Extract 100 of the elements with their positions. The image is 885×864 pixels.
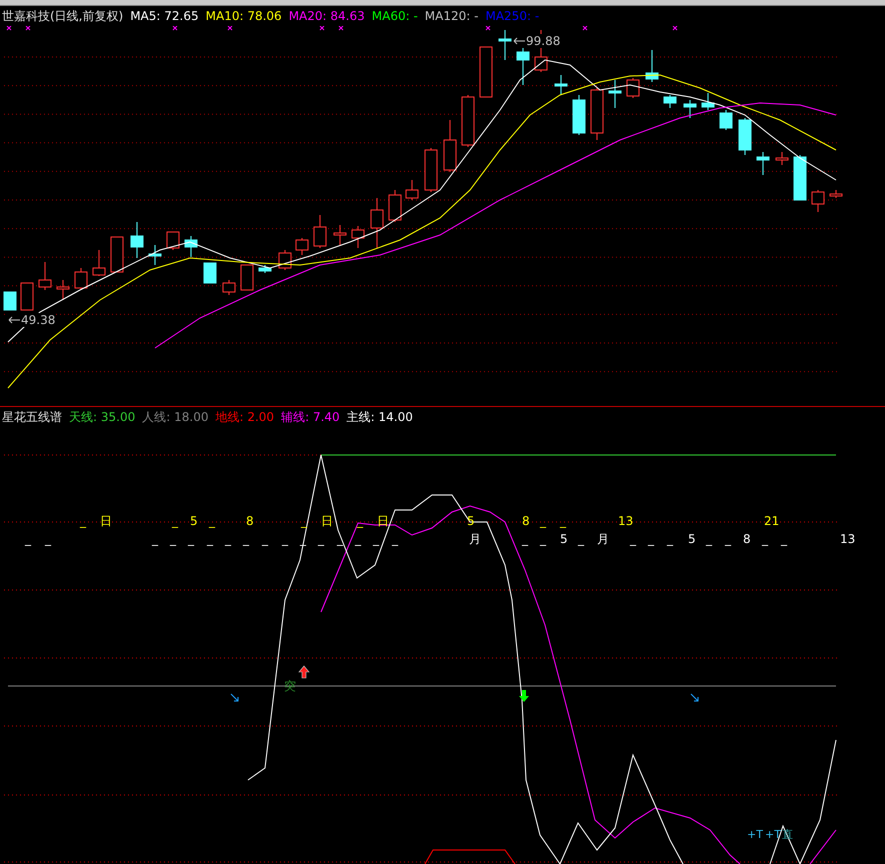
candlestick <box>148 244 162 266</box>
arrow-icon <box>513 37 525 45</box>
signal-mark: 13 <box>840 532 856 546</box>
indicator-legend: 人线: 18.00 <box>142 408 208 426</box>
signal-mark: 日 <box>100 514 112 528</box>
candlestick <box>608 80 622 108</box>
signal-mark: _ <box>560 514 566 528</box>
candlestick <box>166 232 180 250</box>
signal-mark: _ <box>152 532 158 546</box>
signal-mark: _ <box>706 532 712 546</box>
candlestick <box>240 264 254 290</box>
signal-mark: 8 <box>246 514 254 528</box>
cross-marker-icon <box>582 26 588 30</box>
signal-mark: 月 <box>597 532 609 546</box>
candlestick <box>296 238 308 256</box>
candlestick <box>480 46 492 98</box>
signal-mark: _ <box>262 532 268 546</box>
high-price-label: 99.88 <box>513 34 560 48</box>
signal-mark: 13 <box>618 514 634 528</box>
candlestick <box>258 264 272 274</box>
arrow-icon <box>690 694 698 702</box>
candlestick <box>130 222 144 258</box>
signal-mark: 8 <box>743 532 751 546</box>
candlestick <box>756 152 770 176</box>
cross-marker-icon <box>172 26 178 30</box>
moving-average-legend: MA250: - <box>485 9 540 23</box>
signal-mark: _ <box>45 532 51 546</box>
candlestick <box>794 154 806 200</box>
candlestick <box>664 94 676 108</box>
candlestick <box>222 280 236 296</box>
signal-mark: _ <box>207 532 213 546</box>
candlestick <box>720 110 732 130</box>
signal-mark: _ <box>282 532 288 546</box>
moving-average-legend: MA5: 72.65 <box>130 9 199 23</box>
signal-mark: _ <box>540 514 546 528</box>
indicator-legend: 辅线: 7.40 <box>281 408 340 426</box>
signal-mark: _ <box>209 514 215 528</box>
cross-marker-icon <box>228 26 232 30</box>
moving-average-legend: MA20: 84.63 <box>288 9 365 23</box>
signal-mark: _ <box>318 532 324 546</box>
signal-mark: _ <box>667 532 673 546</box>
signal-mark: _ <box>355 532 361 546</box>
signal-mark: _ <box>357 514 363 528</box>
signal-mark: _ <box>188 532 194 546</box>
arrow-icon <box>230 694 238 702</box>
candlestick <box>56 280 70 300</box>
signal-mark: _ <box>225 532 231 546</box>
cross-marker-icon <box>320 26 324 30</box>
signal-mark: _ <box>170 532 176 546</box>
footer-mark: +T <box>747 828 763 842</box>
signal-mark: 21 <box>764 514 780 528</box>
cross-marker-icon <box>338 26 344 30</box>
candlestick <box>334 224 346 246</box>
signal-mark: _ <box>80 514 86 528</box>
candlestick <box>110 236 124 272</box>
cross-marker-icon <box>26 26 30 30</box>
candlestick <box>74 268 88 290</box>
cross-marker-icon <box>486 26 490 30</box>
candlestick <box>684 100 696 118</box>
signal-mark: _ <box>373 532 379 546</box>
candlestick <box>738 118 752 156</box>
signal-mark: 日 <box>321 514 333 528</box>
signal-mark: 日 <box>377 514 389 528</box>
down-arrow-icon <box>519 690 529 702</box>
moving-average-legend: MA120: - <box>424 9 478 23</box>
candlestick <box>498 30 512 60</box>
signal-mark: _ <box>392 532 398 546</box>
candlestick <box>646 50 658 82</box>
signal-mark: _ <box>762 532 768 546</box>
candlestick <box>462 94 474 148</box>
auxiliary-line <box>810 830 836 864</box>
moving-average-legend: MA60: - <box>372 9 418 23</box>
candlestick <box>278 250 292 270</box>
candlestick <box>572 94 586 136</box>
indicator-legend: 地线: 2.00 <box>215 408 274 426</box>
signal-mark: 5 <box>688 532 696 546</box>
cross-marker-icon <box>6 26 12 30</box>
low-price-label: 49.38 <box>8 313 56 327</box>
arrow-icon <box>8 316 20 324</box>
signal-mark: _ <box>172 514 178 528</box>
candlestick <box>314 214 326 248</box>
indicator-title: 星花五线谱 <box>2 408 62 426</box>
candlestick <box>184 236 198 258</box>
signal-mark: _ <box>725 532 731 546</box>
signal-mark: 5 <box>190 514 198 528</box>
signal-mark: _ <box>540 532 546 546</box>
up-arrow-icon <box>298 666 310 678</box>
indicator-legend: 天线: 35.00 <box>69 408 136 426</box>
signal-mark: _ <box>337 532 343 546</box>
signal-mark: 月 <box>469 532 481 546</box>
signal-mark: _ <box>301 514 307 528</box>
signal-mark: _ <box>648 532 654 546</box>
signal-mark: 8 <box>522 514 530 528</box>
signal-mark: _ <box>630 532 636 546</box>
candlestick <box>388 190 402 222</box>
candlestick <box>370 198 384 248</box>
signal-mark: _ <box>243 532 249 546</box>
candlestick <box>406 180 418 200</box>
indicator-legend: 主线: 14.00 <box>346 408 413 426</box>
candlestick <box>38 262 52 290</box>
